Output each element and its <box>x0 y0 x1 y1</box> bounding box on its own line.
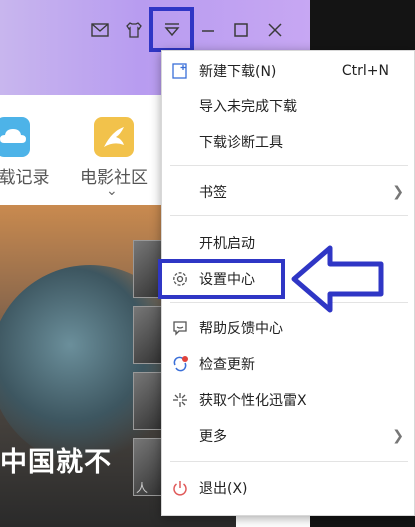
sparkle-icon <box>171 391 189 409</box>
callout-arrow-icon <box>291 245 384 313</box>
nav-item-label: 载记录 <box>0 168 50 188</box>
banner-title: 中国就不 <box>0 447 112 478</box>
update-icon <box>171 355 189 373</box>
new-download-icon <box>171 62 189 80</box>
minimize-icon[interactable] <box>196 18 220 42</box>
feedback-icon <box>171 319 189 337</box>
nav-item-movie-community[interactable]: 电影社区 <box>78 117 150 188</box>
thumbnail-label: 人 <box>136 481 149 495</box>
chevron-down-icon[interactable]: ⌄ <box>106 183 118 199</box>
menu-separator <box>170 165 408 166</box>
close-icon[interactable] <box>263 18 287 42</box>
bird-icon <box>94 117 134 157</box>
maximize-icon[interactable] <box>229 18 253 42</box>
menu-item-label: 退出(X) <box>199 481 248 497</box>
dropdown-highlight-box <box>149 7 194 52</box>
message-icon[interactable] <box>88 18 112 42</box>
nav-item-download-records[interactable]: 载记录 <box>0 117 54 188</box>
menu-item-label: 帮助反馈中心 <box>199 321 283 337</box>
menu-item-label: 开机启动 <box>199 236 255 252</box>
cloud-icon <box>0 117 30 157</box>
menu-separator <box>170 461 408 462</box>
menu-item-more[interactable]: 更多 ❯ <box>162 419 414 453</box>
menu-item-help-feedback[interactable]: 帮助反馈中心 <box>162 311 414 345</box>
menu-separator <box>170 215 408 216</box>
menu-item-import-unfinished[interactable]: 导入未完成下载 <box>162 89 414 123</box>
menu-item-personalize[interactable]: 获取个性化迅雷X <box>162 383 414 417</box>
menu-item-label: 新建下载(N) <box>199 64 277 80</box>
menu-item-exit[interactable]: 退出(X) <box>162 471 414 505</box>
watermark: Bai 经验 <box>305 482 359 497</box>
menu-item-check-update[interactable]: 检查更新 <box>162 347 414 381</box>
menu-item-bookmarks[interactable]: 书签 ❯ <box>162 175 414 209</box>
menu-item-label: 获取个性化迅雷X <box>199 393 307 409</box>
menu-item-label: 下载诊断工具 <box>199 135 283 151</box>
power-icon <box>171 479 189 497</box>
menu-item-shortcut: Ctrl+N <box>341 63 389 79</box>
thumbnail[interactable] <box>133 306 163 364</box>
skin-icon[interactable] <box>122 18 146 42</box>
menu-item-label: 导入未完成下载 <box>199 99 297 115</box>
menu-item-label: 书签 <box>199 185 227 201</box>
menu-item-new-download[interactable]: 新建下载(N) Ctrl+N <box>162 54 414 88</box>
thumbnail[interactable] <box>133 372 163 430</box>
menu-item-label: 检查更新 <box>199 357 255 373</box>
menu-item-label: 更多 <box>199 429 227 445</box>
menu-item-download-diagnostics[interactable]: 下载诊断工具 <box>162 125 414 159</box>
settings-highlight-box <box>158 259 285 299</box>
chevron-right-icon: ❯ <box>392 428 404 444</box>
chevron-right-icon: ❯ <box>392 184 404 200</box>
